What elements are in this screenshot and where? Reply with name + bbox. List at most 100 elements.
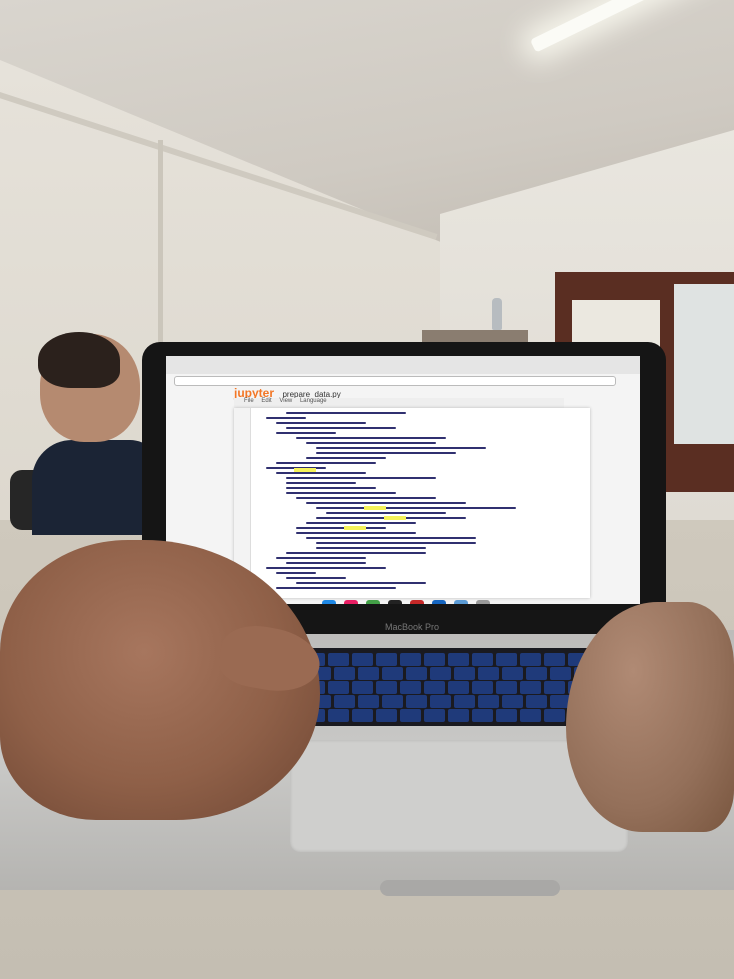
keyboard-key[interactable] xyxy=(382,695,403,708)
keyboard-key[interactable] xyxy=(430,667,451,680)
code-line xyxy=(316,507,516,509)
keyboard-key[interactable] xyxy=(502,695,523,708)
code-line xyxy=(296,497,436,499)
keyboard-key[interactable] xyxy=(478,695,499,708)
code-line xyxy=(306,537,476,539)
keyboard-key[interactable] xyxy=(430,695,451,708)
skype-icon[interactable] xyxy=(322,600,336,604)
keyboard-key[interactable] xyxy=(472,653,493,666)
code-line xyxy=(276,472,366,474)
jupyter-menubar: File Edit View Language xyxy=(234,398,564,408)
bottle xyxy=(492,298,502,330)
keyboard-key[interactable] xyxy=(352,653,373,666)
keyboard-key[interactable] xyxy=(328,681,349,694)
menu-edit[interactable]: Edit xyxy=(261,398,271,404)
keyboard-key[interactable] xyxy=(406,667,427,680)
keyboard-key[interactable] xyxy=(526,695,547,708)
code-line xyxy=(276,422,366,424)
code-line xyxy=(286,487,376,489)
keyboard-key[interactable] xyxy=(328,709,349,722)
keyboard-key[interactable] xyxy=(382,667,403,680)
keyboard-key[interactable] xyxy=(358,667,379,680)
itunes-icon[interactable] xyxy=(344,600,358,604)
keyboard-key[interactable] xyxy=(334,667,355,680)
jupyter-header: jupyter prepare_data.py xyxy=(234,384,374,400)
code-line xyxy=(296,527,386,529)
keyboard-key[interactable] xyxy=(352,681,373,694)
keyboard-key[interactable] xyxy=(526,667,547,680)
macos-dock xyxy=(302,600,612,604)
code-line xyxy=(276,462,376,464)
keyboard-key[interactable] xyxy=(424,653,445,666)
keyboard-key[interactable] xyxy=(448,709,469,722)
folder-icon[interactable] xyxy=(454,600,468,604)
keyboard-key[interactable] xyxy=(406,695,427,708)
code-line xyxy=(276,432,336,434)
code-line xyxy=(286,412,406,414)
menu-file[interactable]: File xyxy=(244,398,254,404)
code-line xyxy=(286,477,436,479)
keyboard-key[interactable] xyxy=(454,695,475,708)
keyboard-key[interactable] xyxy=(448,681,469,694)
keyboard-key[interactable] xyxy=(544,653,565,666)
keyboard-key[interactable] xyxy=(544,681,565,694)
keyboard-key[interactable] xyxy=(400,709,421,722)
trash-icon[interactable] xyxy=(476,600,490,604)
keyboard-key[interactable] xyxy=(520,653,541,666)
code-line xyxy=(286,577,346,579)
keyboard-key[interactable] xyxy=(478,667,499,680)
keyboard-key[interactable] xyxy=(352,709,373,722)
code-line xyxy=(326,512,446,514)
code-line xyxy=(306,442,436,444)
code-line xyxy=(306,502,466,504)
keyboard-key[interactable] xyxy=(472,681,493,694)
code-line xyxy=(316,447,486,449)
keyboard[interactable] xyxy=(272,648,602,726)
browser-tab-bar[interactable] xyxy=(166,356,640,374)
code-line xyxy=(286,492,396,494)
keyboard-key[interactable] xyxy=(472,709,493,722)
code-line xyxy=(276,572,316,574)
keyboard-key[interactable] xyxy=(496,681,517,694)
filezilla-icon[interactable] xyxy=(410,600,424,604)
keyboard-key[interactable] xyxy=(376,681,397,694)
keyboard-key[interactable] xyxy=(496,709,517,722)
keyboard-key[interactable] xyxy=(520,681,541,694)
spotify-icon[interactable] xyxy=(366,600,380,604)
keyboard-key[interactable] xyxy=(424,681,445,694)
terminal-icon[interactable] xyxy=(388,600,402,604)
code-line xyxy=(296,532,416,534)
keyboard-key[interactable] xyxy=(328,653,349,666)
keyboard-key[interactable] xyxy=(376,709,397,722)
menu-view[interactable]: View xyxy=(279,398,292,404)
code-editor[interactable] xyxy=(234,408,590,598)
keyboard-key[interactable] xyxy=(400,681,421,694)
keyboard-key[interactable] xyxy=(502,667,523,680)
keyboard-key[interactable] xyxy=(454,667,475,680)
keyboard-key[interactable] xyxy=(358,695,379,708)
keyboard-key[interactable] xyxy=(544,709,565,722)
photoshop-icon[interactable] xyxy=(432,600,446,604)
keyboard-key[interactable] xyxy=(448,653,469,666)
keyboard-key[interactable] xyxy=(334,695,355,708)
keyboard-key[interactable] xyxy=(400,653,421,666)
code-line xyxy=(316,547,426,549)
highlight-mark xyxy=(294,468,316,472)
code-line xyxy=(286,552,426,554)
code-line xyxy=(306,522,416,524)
keyboard-key[interactable] xyxy=(496,653,517,666)
highlight-mark xyxy=(384,516,406,520)
code-line xyxy=(296,582,426,584)
code-line xyxy=(276,557,366,559)
keyboard-key[interactable] xyxy=(424,709,445,722)
code-line xyxy=(286,562,366,564)
menu-language[interactable]: Language xyxy=(300,398,327,404)
keyboard-key[interactable] xyxy=(376,653,397,666)
code-line xyxy=(266,567,386,569)
code-line xyxy=(276,587,396,589)
keyboard-key[interactable] xyxy=(520,709,541,722)
code-line xyxy=(286,427,396,429)
code-line xyxy=(266,417,306,419)
keyboard-key[interactable] xyxy=(550,667,571,680)
person-torso xyxy=(32,440,160,535)
